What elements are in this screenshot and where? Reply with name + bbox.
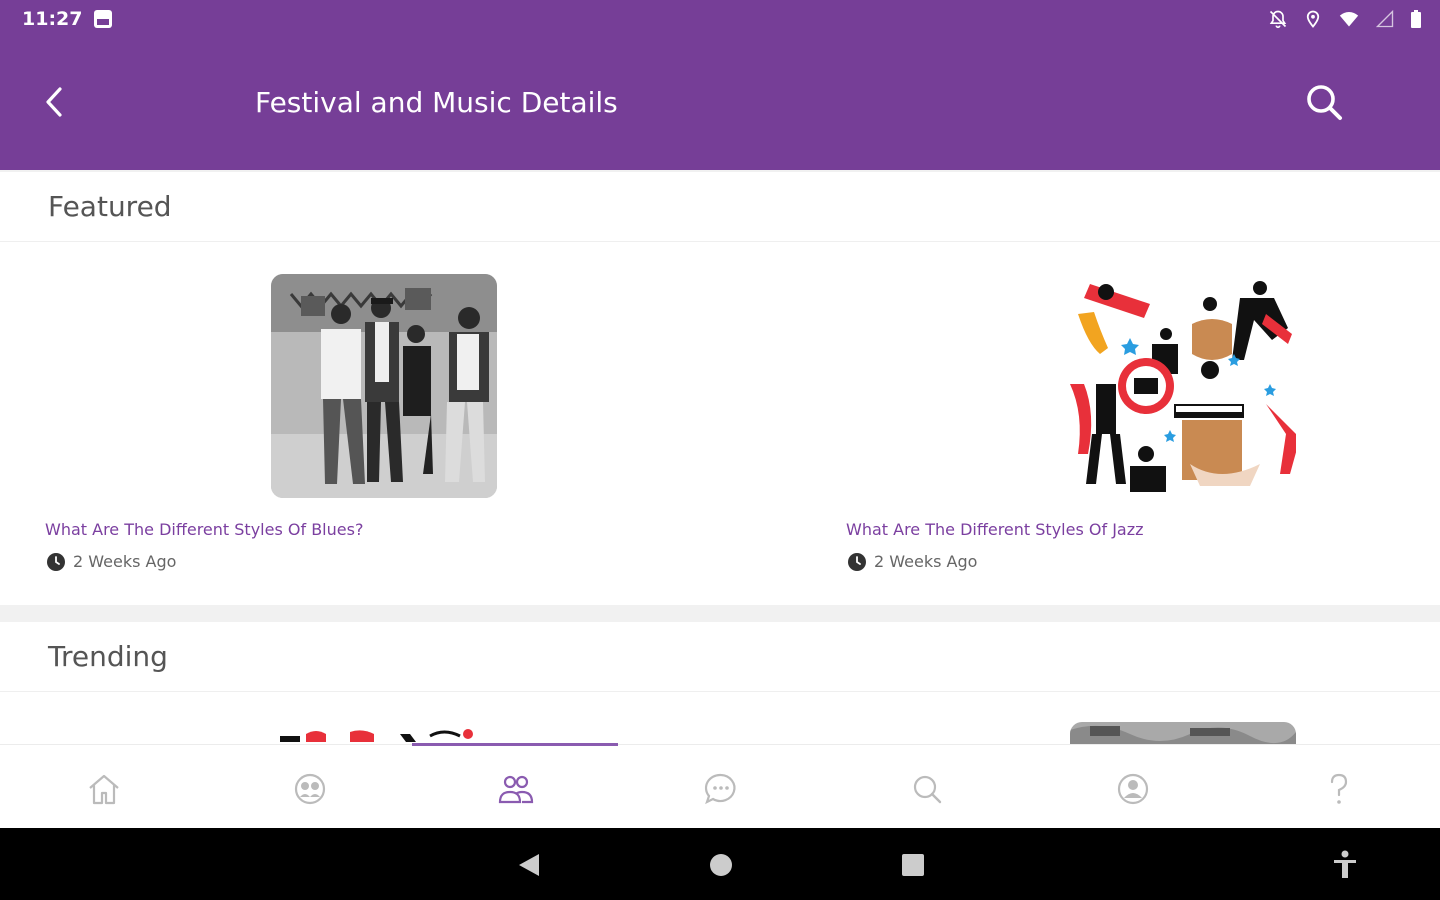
status-time: 11:27 (22, 8, 83, 30)
square-recents-icon (902, 854, 924, 876)
clock-icon (848, 552, 866, 571)
nav-people[interactable] (493, 767, 537, 811)
featured-item-time: 2 Weeks Ago (848, 552, 977, 571)
back-button[interactable] (30, 78, 78, 126)
nav-home[interactable] (82, 767, 126, 811)
location-icon (1306, 10, 1320, 28)
trending-section: Trending (0, 622, 1440, 744)
nav-help[interactable] (1317, 767, 1361, 811)
blues-thumbnail[interactable] (271, 274, 497, 498)
time-label: 2 Weeks Ago (73, 552, 177, 571)
triangle-back-icon (519, 854, 539, 876)
battery-icon (1411, 10, 1421, 28)
featured-section: Featured What Are The Different Styles O… (0, 172, 1440, 605)
nav-active-indicator (412, 743, 618, 746)
chevron-left-icon (46, 87, 62, 117)
status-bar: 11:27 (0, 0, 1440, 38)
circle-home-icon (710, 854, 732, 876)
accessibility-icon (1334, 850, 1356, 878)
jazz-thumbnail[interactable] (1070, 274, 1296, 498)
featured-item-time: 2 Weeks Ago (47, 552, 176, 571)
search-icon (1307, 85, 1342, 120)
featured-item-title[interactable]: What Are The Different Styles Of Jazz (846, 520, 1144, 539)
chat-icon (704, 773, 736, 805)
trending-thumbnail[interactable] (270, 722, 496, 744)
accessibility-button[interactable] (1330, 850, 1360, 880)
time-label: 2 Weeks Ago (874, 552, 978, 571)
search-icon (913, 775, 942, 804)
image-icon (94, 10, 112, 28)
trending-thumbnail[interactable] (1070, 722, 1296, 744)
people-icon (498, 775, 534, 804)
system-home-button[interactable] (706, 850, 736, 880)
clock-icon (47, 552, 65, 571)
nav-chat[interactable] (699, 767, 743, 811)
featured-heading: Featured (0, 172, 1440, 242)
system-recents-button[interactable] (898, 850, 928, 880)
signal-icon (1376, 10, 1394, 28)
group-faces-icon (294, 773, 326, 805)
home-icon (89, 774, 119, 805)
wifi-icon (1339, 12, 1359, 27)
bottom-nav (0, 743, 1440, 828)
profile-icon (1117, 773, 1149, 805)
status-icons (1268, 9, 1422, 29)
nav-groups[interactable] (288, 767, 332, 811)
search-button[interactable] (1300, 78, 1348, 126)
help-icon (1330, 773, 1348, 804)
system-nav-bar (0, 828, 1440, 900)
nav-profile[interactable] (1111, 767, 1155, 811)
page-title: Festival and Music Details (255, 86, 618, 119)
trending-heading: Trending (0, 622, 1440, 692)
featured-item-title[interactable]: What Are The Different Styles Of Blues? (45, 520, 363, 539)
system-back-button[interactable] (514, 850, 544, 880)
nav-search[interactable] (905, 767, 949, 811)
notifications-off-icon (1269, 10, 1287, 29)
app-bar: Festival and Music Details (0, 38, 1440, 170)
